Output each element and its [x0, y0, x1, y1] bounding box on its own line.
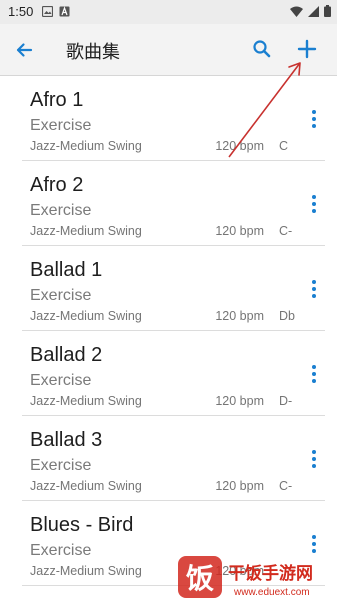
more-vert-icon — [312, 110, 316, 128]
back-button[interactable] — [10, 36, 38, 64]
song-subtitle: Exercise — [30, 457, 92, 474]
watermark: 饭 干饭手游网 www.eduext.com — [176, 554, 337, 600]
song-style: Jazz-Medium Swing — [30, 564, 142, 578]
battery-icon — [324, 5, 331, 17]
status-bar: 1:50 — [0, 0, 337, 24]
song-row[interactable]: Ballad 2 Exercise Jazz-Medium Swing 120 … — [22, 331, 325, 416]
more-options-button[interactable] — [305, 193, 323, 215]
arrow-back-icon — [16, 43, 33, 57]
song-title: Ballad 2 — [30, 344, 103, 366]
song-style: Jazz-Medium Swing — [30, 479, 142, 493]
watermark-url: www.eduext.com — [233, 587, 310, 598]
song-tempo: 120 bpm — [215, 309, 264, 323]
signal-icon — [308, 5, 319, 17]
song-key: C — [279, 139, 289, 153]
more-vert-icon — [312, 365, 316, 383]
song-subtitle: Exercise — [30, 542, 92, 559]
song-title: Afro 2 — [30, 174, 84, 196]
song-title: Afro 1 — [30, 89, 84, 111]
more-vert-icon — [312, 280, 316, 298]
song-subtitle: Exercise — [30, 117, 92, 134]
song-tempo: 120 bpm — [215, 479, 264, 493]
song-tempo: 120 bpm — [215, 394, 264, 408]
notification-icons — [42, 6, 70, 17]
song-key: C- — [279, 479, 293, 493]
add-song-button[interactable] — [293, 35, 321, 63]
song-title: Ballad 1 — [30, 259, 103, 281]
song-style: Jazz-Medium Swing — [30, 139, 142, 153]
app-bar: 歌曲集 — [0, 24, 337, 76]
search-icon — [253, 40, 271, 58]
wifi-icon — [290, 6, 303, 17]
song-list: Afro 1 Exercise Jazz-Medium Swing 120 bp… — [0, 76, 337, 586]
more-options-button[interactable] — [305, 108, 323, 130]
more-options-button[interactable] — [305, 363, 323, 385]
song-style: Jazz-Medium Swing — [30, 309, 142, 323]
more-options-button[interactable] — [305, 278, 323, 300]
song-tempo: 120 bpm — [215, 224, 264, 238]
song-row[interactable]: Ballad 1 Exercise Jazz-Medium Swing 120 … — [22, 246, 325, 331]
song-title: Blues - Bird — [30, 514, 134, 536]
more-vert-icon — [312, 195, 316, 213]
song-subtitle: Exercise — [30, 202, 92, 219]
more-vert-icon — [312, 450, 316, 468]
watermark-logo: 饭 干饭手游网 www.eduext.com — [178, 556, 313, 598]
song-key: Db — [279, 309, 295, 323]
search-button[interactable] — [248, 35, 276, 63]
more-options-button[interactable] — [305, 533, 323, 555]
more-vert-icon — [312, 535, 316, 553]
plus-icon — [297, 39, 317, 59]
song-row[interactable]: Afro 1 Exercise Jazz-Medium Swing 120 bp… — [22, 76, 325, 161]
song-subtitle: Exercise — [30, 372, 92, 389]
more-options-button[interactable] — [305, 448, 323, 470]
song-tempo: 120 bpm — [215, 139, 264, 153]
system-icons — [290, 5, 331, 17]
watermark-brand: 干饭手游网 — [228, 563, 313, 584]
font-icon — [59, 6, 70, 17]
song-row[interactable]: Afro 2 Exercise Jazz-Medium Swing 120 bp… — [22, 161, 325, 246]
page-title: 歌曲集 — [66, 42, 120, 63]
song-row[interactable]: Ballad 3 Exercise Jazz-Medium Swing 120 … — [22, 416, 325, 501]
song-key: D- — [279, 394, 293, 408]
svg-text:饭: 饭 — [186, 562, 214, 595]
song-key: C- — [279, 224, 293, 238]
image-icon — [42, 6, 53, 17]
song-style: Jazz-Medium Swing — [30, 394, 142, 408]
song-title: Ballad 3 — [30, 429, 103, 451]
song-subtitle: Exercise — [30, 287, 92, 304]
status-time: 1:50 — [8, 4, 34, 19]
song-style: Jazz-Medium Swing — [30, 224, 142, 238]
